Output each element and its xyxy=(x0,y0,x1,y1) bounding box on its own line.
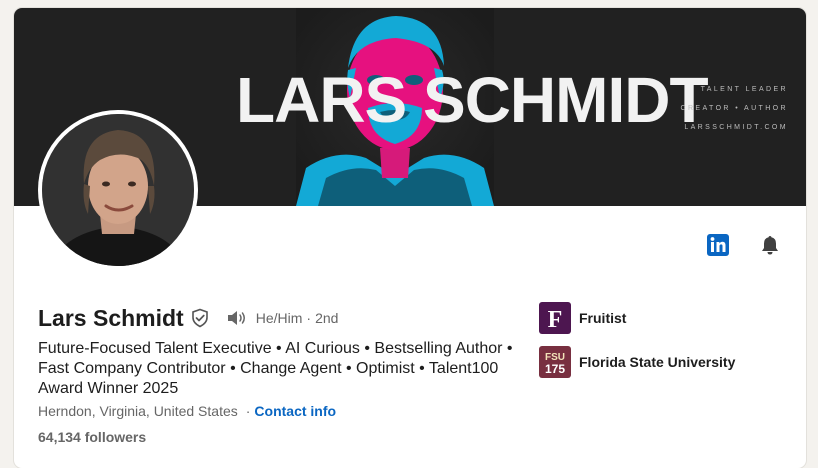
profile-avatar[interactable] xyxy=(38,110,198,270)
fsu-logo: FSU 175 xyxy=(539,346,571,378)
profile-name-row: Lars Schmidt He/Him · 2nd xyxy=(38,304,338,332)
profile-location: Herndon, Virginia, United States xyxy=(38,403,238,419)
linkedin-button[interactable] xyxy=(707,234,729,256)
profile-name: Lars Schmidt xyxy=(38,304,184,331)
profile-pronouns: He/Him xyxy=(255,310,303,326)
org-item-florida-state[interactable]: FSU 175 Florida State University xyxy=(539,346,735,378)
org-label: Florida State University xyxy=(579,354,736,370)
connection-degree-label: 2nd xyxy=(315,310,339,326)
linkedin-icon xyxy=(707,234,729,256)
org-label: Fruitist xyxy=(579,310,627,326)
avatar-photo xyxy=(42,114,194,266)
fruitist-logo-text: F xyxy=(548,307,563,333)
speaker-icon[interactable] xyxy=(226,309,248,327)
location-separator: · xyxy=(245,403,251,419)
banner-title: LARS SCHMIDT xyxy=(236,64,709,136)
degree-separator: · xyxy=(306,310,312,326)
notifications-button[interactable] xyxy=(759,234,781,256)
contact-info-link[interactable]: Contact info xyxy=(254,403,336,419)
tagline-line: CREATOR • AUTHOR xyxy=(680,105,788,112)
fruitist-logo: F xyxy=(539,302,571,334)
bell-icon xyxy=(762,236,778,255)
verified-shield-icon[interactable] xyxy=(190,308,210,328)
profile-headline: Future-Focused Talent Executive • AI Cur… xyxy=(38,340,513,397)
tagline-line: LARSSCHMIDT.COM xyxy=(684,124,788,131)
location-row: Herndon, Virginia, United States · Contact… xyxy=(38,403,336,419)
followers-count[interactable]: 64,134 followers xyxy=(38,429,146,445)
banner-tagline: TALENT LEADER CREATOR • AUTHOR LARSSCHMI… xyxy=(681,80,789,137)
tagline-line: TALENT LEADER xyxy=(700,86,788,93)
fsu-logo-bottom: 175 xyxy=(545,362,565,376)
connection-degree: · 2nd xyxy=(302,310,338,326)
org-item-fruitist[interactable]: F Fruitist xyxy=(539,302,626,334)
profile-card: LARS SCHMIDT TALENT LEADER CREATOR • AUT… xyxy=(14,8,806,468)
